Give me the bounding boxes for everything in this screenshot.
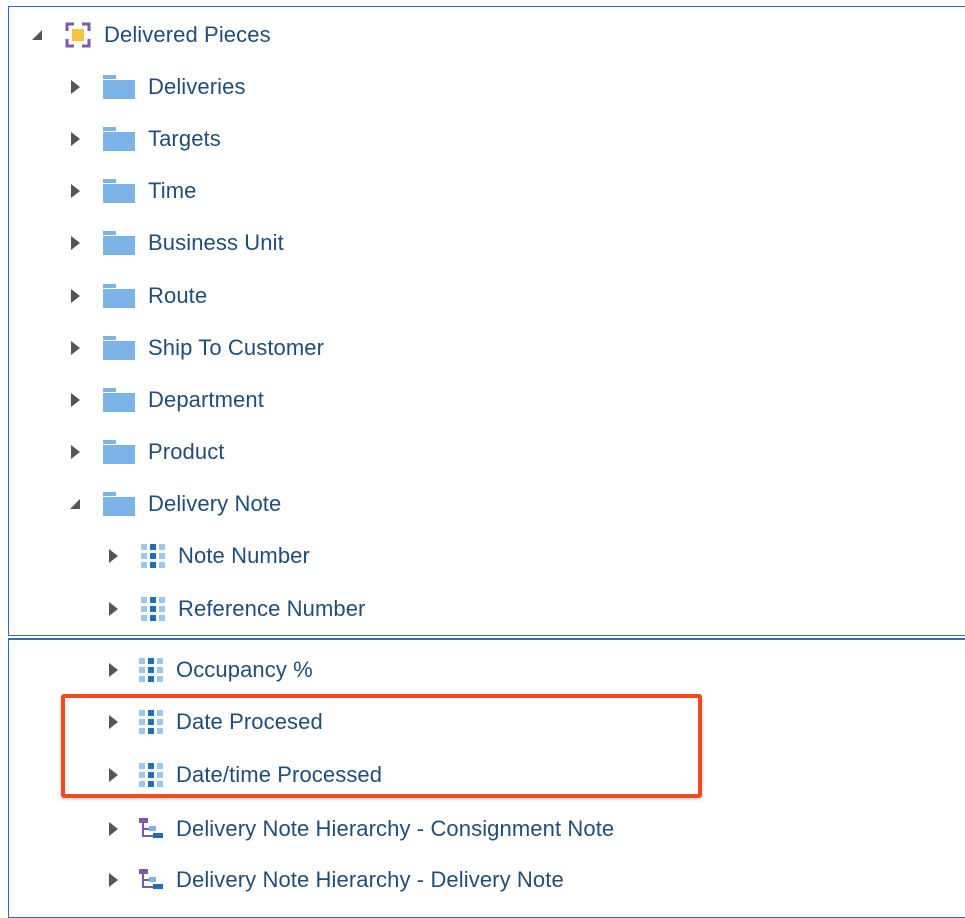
collapsed-triangle-icon[interactable] [104,820,122,838]
subject-area-icon [64,21,92,49]
tree-node-label: Date/time Processed [176,762,383,787]
tree-folder-targets[interactable]: Targets [66,119,221,159]
tree-node-label: Deliveries [148,74,246,99]
tree-item-hierarchy-consignment-note[interactable]: Delivery Note Hierarchy - Consignment No… [104,809,614,849]
folder-icon [102,387,136,413]
tree-item-date-procesed[interactable]: Date Procesed [104,702,323,742]
tree-item-date-time-processed[interactable]: Date/time Processed [104,755,382,795]
tree-folder-delivery-note[interactable]: Delivery Note [66,484,281,524]
collapsed-triangle-icon[interactable] [66,443,84,461]
collapsed-triangle-icon[interactable] [66,391,84,409]
collapsed-triangle-icon[interactable] [104,766,122,784]
attribute-grid-icon [140,596,166,622]
folder-icon [102,491,136,517]
expanded-triangle-icon[interactable] [28,26,46,44]
tree-folder-deliveries[interactable]: Deliveries [66,67,246,107]
tree-node-label: Date Procesed [176,709,323,734]
tree-node-label: Business Unit [148,230,284,255]
tree-node-label: Department [148,387,264,412]
tree-folder-product[interactable]: Product [66,432,225,472]
tree-folder-time[interactable]: Time [66,171,196,211]
collapsed-triangle-icon[interactable] [66,78,84,96]
collapsed-triangle-icon[interactable] [66,339,84,357]
folder-icon [102,230,136,256]
collapsed-triangle-icon[interactable] [66,234,84,252]
folder-icon [102,178,136,204]
tree-node-label: Delivery Note Hierarchy - Delivery Note [176,867,564,892]
hierarchy-icon [138,817,164,841]
attribute-grid-icon [138,657,164,683]
folder-icon [102,126,136,152]
collapsed-triangle-icon[interactable] [104,871,122,889]
tree-node-label: Delivery Note [148,491,282,516]
tree-node-label: Targets [148,126,221,151]
tree-item-hierarchy-delivery-note[interactable]: Delivery Note Hierarchy - Delivery Note [104,860,564,900]
collapsed-triangle-icon[interactable] [104,713,122,731]
collapsed-triangle-icon[interactable] [66,130,84,148]
attribute-grid-icon [138,709,164,735]
tree-node-label: Delivered Pieces [104,22,271,47]
tree-node-label: Delivery Note Hierarchy - Consignment No… [176,816,615,841]
tree-item-reference-number[interactable]: Reference Number [104,589,365,629]
collapsed-triangle-icon[interactable] [66,287,84,305]
folder-icon [102,439,136,465]
tree-item-note-number[interactable]: Note Number [104,536,310,576]
tree-node-label: Product [148,439,225,464]
tree-node-label: Note Number [178,543,310,568]
collapsed-triangle-icon[interactable] [104,547,122,565]
tree-node-label: Occupancy % [176,657,313,682]
folder-icon [102,74,136,100]
tree-node-label: Route [148,283,208,308]
tree-folder-department[interactable]: Department [66,380,264,420]
hierarchy-icon [138,868,164,892]
tree-folder-ship-to-customer[interactable]: Ship To Customer [66,328,324,368]
attribute-grid-icon [140,543,166,569]
collapsed-triangle-icon[interactable] [66,182,84,200]
collapsed-triangle-icon[interactable] [104,600,122,618]
tree-node-delivered-pieces[interactable]: Delivered Pieces [28,15,271,55]
attribute-grid-icon [138,762,164,788]
folder-icon [102,283,136,309]
tree-node-label: Ship To Customer [148,335,325,360]
tree-folder-route[interactable]: Route [66,276,207,316]
tree-node-label: Reference Number [178,596,366,621]
collapsed-triangle-icon[interactable] [104,661,122,679]
tree-node-label: Time [148,178,197,203]
tree-item-occupancy[interactable]: Occupancy % [104,650,313,690]
expanded-triangle-icon[interactable] [66,495,84,513]
tree-folder-business-unit[interactable]: Business Unit [66,223,284,263]
folder-icon [102,335,136,361]
